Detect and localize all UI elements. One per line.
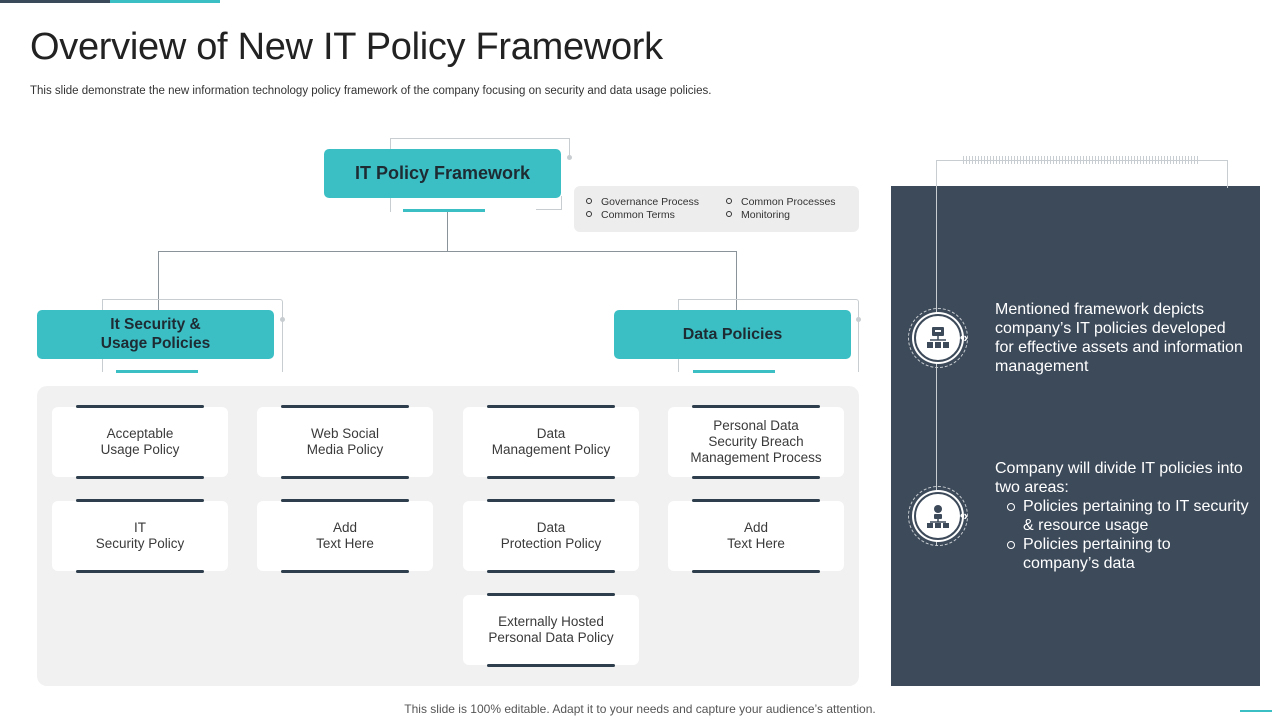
footer-note: This slide is 100% editable. Adapt it to… — [404, 702, 876, 716]
policy-card: IT Security Policy — [52, 499, 228, 573]
bullet-icon — [1007, 541, 1015, 549]
page-title: Overview of New IT Policy Framework — [30, 26, 663, 68]
connector-horizontal — [158, 251, 737, 252]
list-item: Policies pertaining to company’s data — [995, 535, 1250, 573]
summary-frame-right — [1227, 160, 1228, 188]
summary-point-2-list: Policies pertaining to IT security & res… — [995, 497, 1250, 573]
summary-point-1: Mentioned framework depicts company’s IT… — [995, 301, 1243, 375]
policy-card: Externally Hosted Personal Data Policy — [463, 593, 639, 667]
policy-card: Data Protection Policy — [463, 499, 639, 573]
framework-icon — [914, 314, 962, 362]
summary-point-2: Company will divide IT policies into two… — [995, 459, 1250, 573]
network-icon — [914, 492, 962, 540]
chevron-right-icon: •› — [960, 330, 968, 345]
top-accent-teal — [110, 0, 220, 3]
branch-left-dot — [280, 317, 285, 322]
policy-card: Web Social Media Policy — [257, 405, 433, 479]
tag-item: Common Processes — [726, 196, 836, 208]
connector-root-down — [447, 212, 448, 251]
policy-card: Add Text Here — [668, 499, 844, 573]
bullet-icon — [586, 211, 592, 217]
summary-frame-left — [936, 160, 937, 188]
branch-security-usage: It Security & Usage Policies — [37, 310, 274, 359]
page-subtitle: This slide demonstrate the new informati… — [30, 85, 712, 97]
bullet-icon — [726, 211, 732, 217]
branch-left-underline — [116, 370, 198, 373]
summary-point-2-intro: Company will divide IT policies into two… — [995, 460, 1243, 496]
list-item: Policies pertaining to IT security & res… — [995, 497, 1250, 535]
policy-card: Data Management Policy — [463, 405, 639, 479]
bullet-icon — [586, 198, 592, 204]
root-bracket-right — [569, 138, 570, 156]
framework-tags: Governance Process Common Processes Comm… — [574, 186, 859, 232]
tag-item: Common Terms — [586, 209, 675, 221]
branch-right-underline — [693, 370, 775, 373]
root-bracket-tag-link — [536, 196, 562, 210]
policy-card: Add Text Here — [257, 499, 433, 573]
policy-card: Personal Data Security Breach Management… — [668, 405, 844, 479]
tag-item: Monitoring — [726, 209, 790, 221]
bullet-icon — [726, 198, 732, 204]
summary-frame-ticks — [963, 156, 1199, 164]
branch-right-dot — [856, 317, 861, 322]
bottom-right-accent — [1240, 710, 1272, 712]
tag-item: Governance Process — [586, 196, 699, 208]
root-node: IT Policy Framework — [324, 149, 561, 198]
policy-card: Acceptable Usage Policy — [52, 405, 228, 479]
summary-panel — [891, 186, 1260, 686]
root-underline — [403, 209, 485, 212]
top-accent-dark — [0, 0, 110, 3]
chevron-right-icon: •› — [960, 508, 968, 523]
bullet-icon — [1007, 503, 1015, 511]
root-bracket-dot — [567, 155, 572, 160]
branch-data-policies: Data Policies — [614, 310, 851, 359]
